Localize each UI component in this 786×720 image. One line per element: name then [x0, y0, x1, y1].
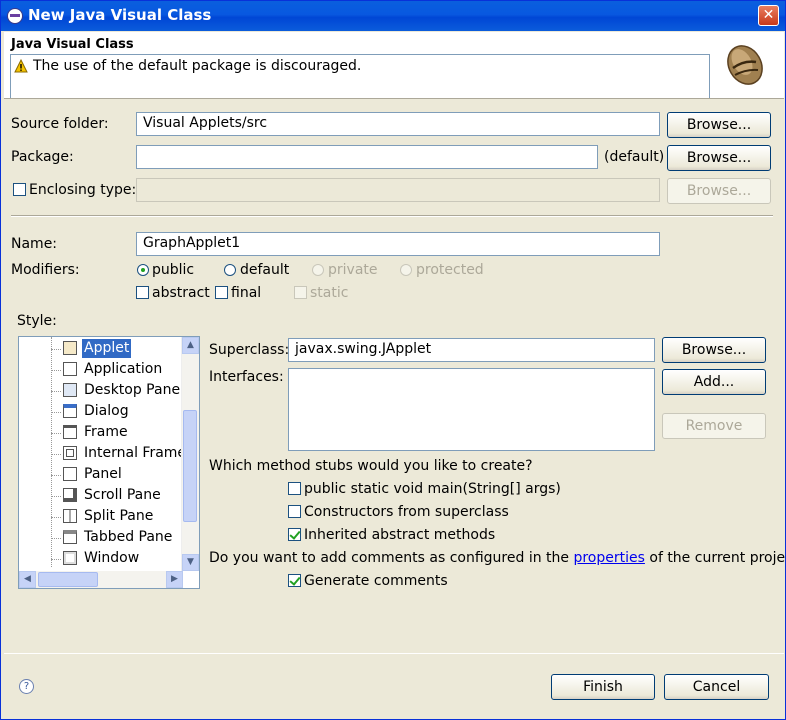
style-label: Style: — [17, 313, 57, 329]
scroll-left-arrow-icon[interactable]: ◀ — [19, 571, 36, 588]
help-icon[interactable]: ? — [19, 679, 34, 694]
scroll-pane-icon — [63, 488, 77, 502]
static-checkbox[interactable] — [294, 286, 307, 299]
generate-comments-label: Generate comments — [304, 573, 448, 589]
scroll-down-arrow-icon[interactable]: ▼ — [182, 554, 199, 571]
desktop-pane-icon — [63, 383, 77, 397]
window-title: New Java Visual Class — [28, 6, 212, 24]
modifiers-label: Modifiers: — [11, 262, 80, 278]
tree-item-dialog[interactable]: Dialog — [19, 402, 183, 422]
message-area: The use of the default package is discou… — [10, 54, 710, 98]
superclass-browse-button[interactable]: Browse... — [662, 337, 766, 363]
superclass-input[interactable]: javax.swing.JApplet — [288, 338, 655, 362]
interfaces-list[interactable] — [288, 368, 655, 451]
enclosing-type-checkbox[interactable] — [13, 183, 26, 196]
panel-icon — [63, 467, 77, 481]
enclosing-type-label: Enclosing type: — [29, 182, 137, 198]
internal-frame-icon — [63, 446, 77, 460]
vertical-scroll-thumb[interactable] — [183, 410, 197, 522]
package-input[interactable] — [136, 145, 598, 169]
window-icon — [63, 551, 77, 565]
constructors-label: Constructors from superclass — [304, 504, 509, 520]
main-method-label: public static void main(String[] args) — [304, 481, 561, 497]
inherited-methods-checkbox[interactable] — [288, 528, 301, 541]
abstract-checkbox[interactable] — [136, 286, 149, 299]
enclosing-type-browse-button[interactable]: Browse... — [667, 178, 771, 204]
default-radio[interactable] — [224, 264, 236, 276]
final-checkbox-label: final — [231, 285, 262, 301]
tree-item-scroll-pane[interactable]: Scroll Pane — [19, 486, 183, 506]
dialog-icon — [63, 404, 77, 418]
constructors-checkbox[interactable] — [288, 505, 301, 518]
tree-item-split-pane[interactable]: Split Pane — [19, 507, 183, 527]
frame-icon — [63, 425, 77, 439]
tree-item-internal-frame[interactable]: Internal Frame — [19, 444, 186, 464]
applet-icon — [63, 341, 77, 355]
enclosing-type-input[interactable] — [136, 178, 660, 202]
interfaces-label: Interfaces: — [209, 369, 284, 385]
source-folder-label: Source folder: — [11, 116, 109, 132]
warning-icon — [14, 59, 28, 73]
tree-vertical-scrollbar[interactable]: ▲ ▼ — [181, 337, 199, 571]
main-method-checkbox[interactable] — [288, 482, 301, 495]
tabbed-pane-icon — [63, 530, 77, 544]
properties-link[interactable]: properties — [573, 550, 644, 566]
footer-divider — [4, 653, 784, 654]
comments-question: Do you want to add comments as configure… — [209, 550, 786, 566]
tree-item-application[interactable]: Application — [19, 360, 183, 380]
public-radio-label: public — [152, 262, 195, 278]
name-label: Name: — [11, 236, 58, 252]
static-checkbox-label: static — [310, 285, 349, 301]
tree-item-applet[interactable]: Applet — [19, 339, 183, 359]
tree-item-desktop-pane[interactable]: Desktop Pane — [19, 381, 183, 401]
application-icon — [63, 362, 77, 376]
header-title: Java Visual Class — [11, 37, 134, 52]
generate-comments-checkbox[interactable] — [288, 574, 301, 587]
package-browse-button[interactable]: Browse... — [667, 145, 771, 171]
tree-horizontal-scrollbar[interactable]: ◀ ▶ — [19, 571, 183, 588]
split-pane-icon — [63, 509, 77, 523]
private-radio[interactable] — [312, 264, 324, 276]
package-label: Package: — [11, 149, 74, 165]
public-radio[interactable] — [137, 264, 149, 276]
name-input[interactable]: GraphApplet1 — [136, 232, 660, 256]
title-bar: New Java Visual Class ✕ — [1, 1, 785, 31]
private-radio-label: private — [328, 262, 378, 278]
protected-radio[interactable] — [400, 264, 412, 276]
add-interface-button[interactable]: Add... — [662, 369, 766, 395]
protected-radio-label: protected — [416, 262, 484, 278]
scroll-right-arrow-icon[interactable]: ▶ — [166, 571, 183, 588]
default-radio-label: default — [240, 262, 290, 278]
tree-item-tabbed-pane[interactable]: Tabbed Pane — [19, 528, 183, 548]
style-tree[interactable]: Applet Application Desktop Pane Dialog F… — [18, 336, 200, 589]
header-message: The use of the default package is discou… — [33, 58, 362, 74]
eclipse-icon — [7, 8, 23, 24]
package-default-label: (default) — [604, 149, 665, 165]
cancel-button[interactable]: Cancel — [664, 674, 769, 700]
tree-item-frame[interactable]: Frame — [19, 423, 183, 443]
dialog-window: New Java Visual Class ✕ Java Visual Clas… — [0, 0, 786, 720]
abstract-checkbox-label: abstract — [152, 285, 210, 301]
source-folder-input[interactable]: Visual Applets/src — [136, 112, 660, 136]
superclass-label: Superclass: — [209, 342, 290, 358]
horizontal-scroll-thumb[interactable] — [38, 572, 98, 587]
source-folder-browse-button[interactable]: Browse... — [667, 112, 771, 138]
scroll-up-arrow-icon[interactable]: ▲ — [182, 337, 199, 354]
tree-item-panel[interactable]: Panel — [19, 465, 183, 485]
java-bean-icon — [727, 45, 763, 85]
tree-item-window[interactable]: Window — [19, 549, 183, 569]
wizard-header: Java Visual Class The use of the default… — [4, 32, 784, 99]
remove-interface-button[interactable]: Remove — [662, 413, 766, 439]
separator — [11, 215, 773, 217]
final-checkbox[interactable] — [215, 286, 228, 299]
finish-button[interactable]: Finish — [551, 674, 655, 700]
inherited-methods-label: Inherited abstract methods — [304, 527, 496, 543]
close-button[interactable]: ✕ — [758, 5, 779, 26]
method-stubs-question: Which method stubs would you like to cre… — [209, 458, 533, 474]
